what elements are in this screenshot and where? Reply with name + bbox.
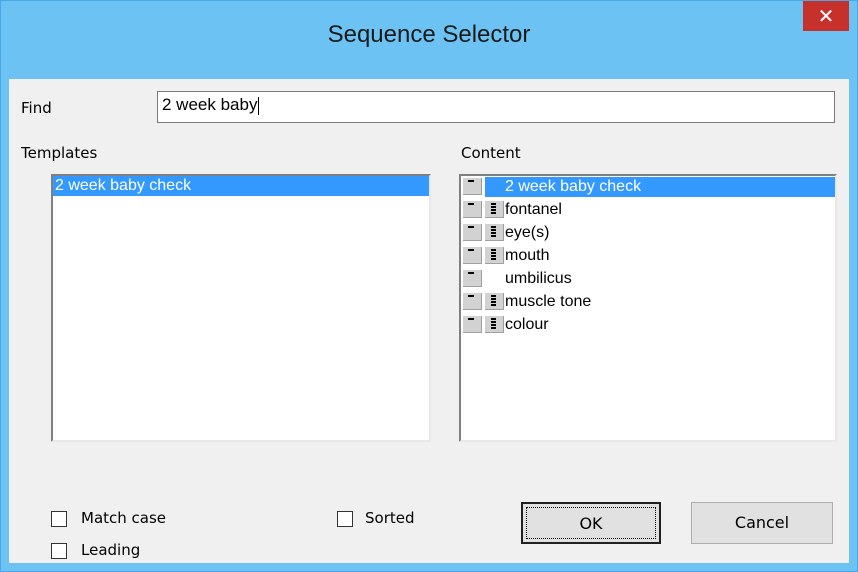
list-icon: [485, 201, 504, 218]
match-case-checkbox[interactable]: [51, 511, 67, 527]
list-icon: [485, 316, 504, 333]
match-case-label[interactable]: Match case: [81, 509, 166, 527]
leading-label[interactable]: Leading: [81, 541, 140, 559]
content-item-label: muscle tone: [505, 293, 592, 310]
templates-list[interactable]: 2 week baby check: [51, 174, 431, 442]
close-icon: ✕: [817, 4, 835, 28]
content-item-label: umbilicus: [505, 270, 572, 287]
content-list-item[interactable]: 2 week baby check: [461, 177, 835, 200]
content-item-label: 2 week baby check: [505, 178, 642, 195]
list-icon: [485, 293, 504, 310]
title-bar[interactable]: Sequence Selector ✕: [1, 1, 857, 79]
content-item-label: fontanel: [505, 201, 562, 218]
close-button[interactable]: ✕: [803, 1, 849, 31]
sorted-label[interactable]: Sorted: [365, 509, 415, 527]
field-icon: [463, 201, 482, 218]
find-input[interactable]: 2 week baby: [157, 91, 835, 123]
find-label: Find: [21, 99, 52, 117]
content-list-item[interactable]: muscle tone: [461, 292, 835, 315]
field-icon: [463, 178, 482, 195]
field-icon: [463, 316, 482, 333]
content-list-item[interactable]: eye(s): [461, 223, 835, 246]
content-list-item[interactable]: colour: [461, 315, 835, 338]
content-list-item[interactable]: umbilicus: [461, 269, 835, 292]
dialog-body: Find 2 week baby Templates 2 week baby c…: [9, 79, 849, 563]
cancel-button-label: Cancel: [734, 513, 790, 532]
leading-checkbox[interactable]: [51, 543, 67, 559]
content-label: Content: [461, 144, 521, 162]
content-list-item[interactable]: fontanel: [461, 200, 835, 223]
sequence-selector-window: Sequence Selector ✕ Find 2 week baby Tem…: [0, 0, 858, 572]
content-item-label: mouth: [505, 247, 550, 264]
templates-label: Templates: [21, 144, 98, 162]
list-icon: [485, 247, 504, 264]
focus-rectangle: [526, 507, 656, 539]
field-icon: [463, 224, 482, 241]
list-icon: [485, 224, 504, 241]
cancel-button[interactable]: Cancel: [691, 502, 833, 544]
content-item-label: colour: [505, 316, 549, 333]
field-icon: [463, 247, 482, 264]
field-icon: [463, 270, 482, 287]
templates-list-item[interactable]: 2 week baby check: [53, 176, 429, 196]
content-list[interactable]: 2 week baby check fontanel eye(s) mouth …: [459, 174, 837, 442]
field-icon: [463, 293, 482, 310]
content-item-label: eye(s): [505, 224, 550, 241]
text-caret: [258, 96, 260, 115]
ok-button[interactable]: OK: [521, 502, 661, 544]
sorted-checkbox[interactable]: [337, 511, 353, 527]
window-title: Sequence Selector: [327, 21, 531, 48]
find-input-value: 2 week baby: [162, 95, 258, 114]
content-list-item[interactable]: mouth: [461, 246, 835, 269]
